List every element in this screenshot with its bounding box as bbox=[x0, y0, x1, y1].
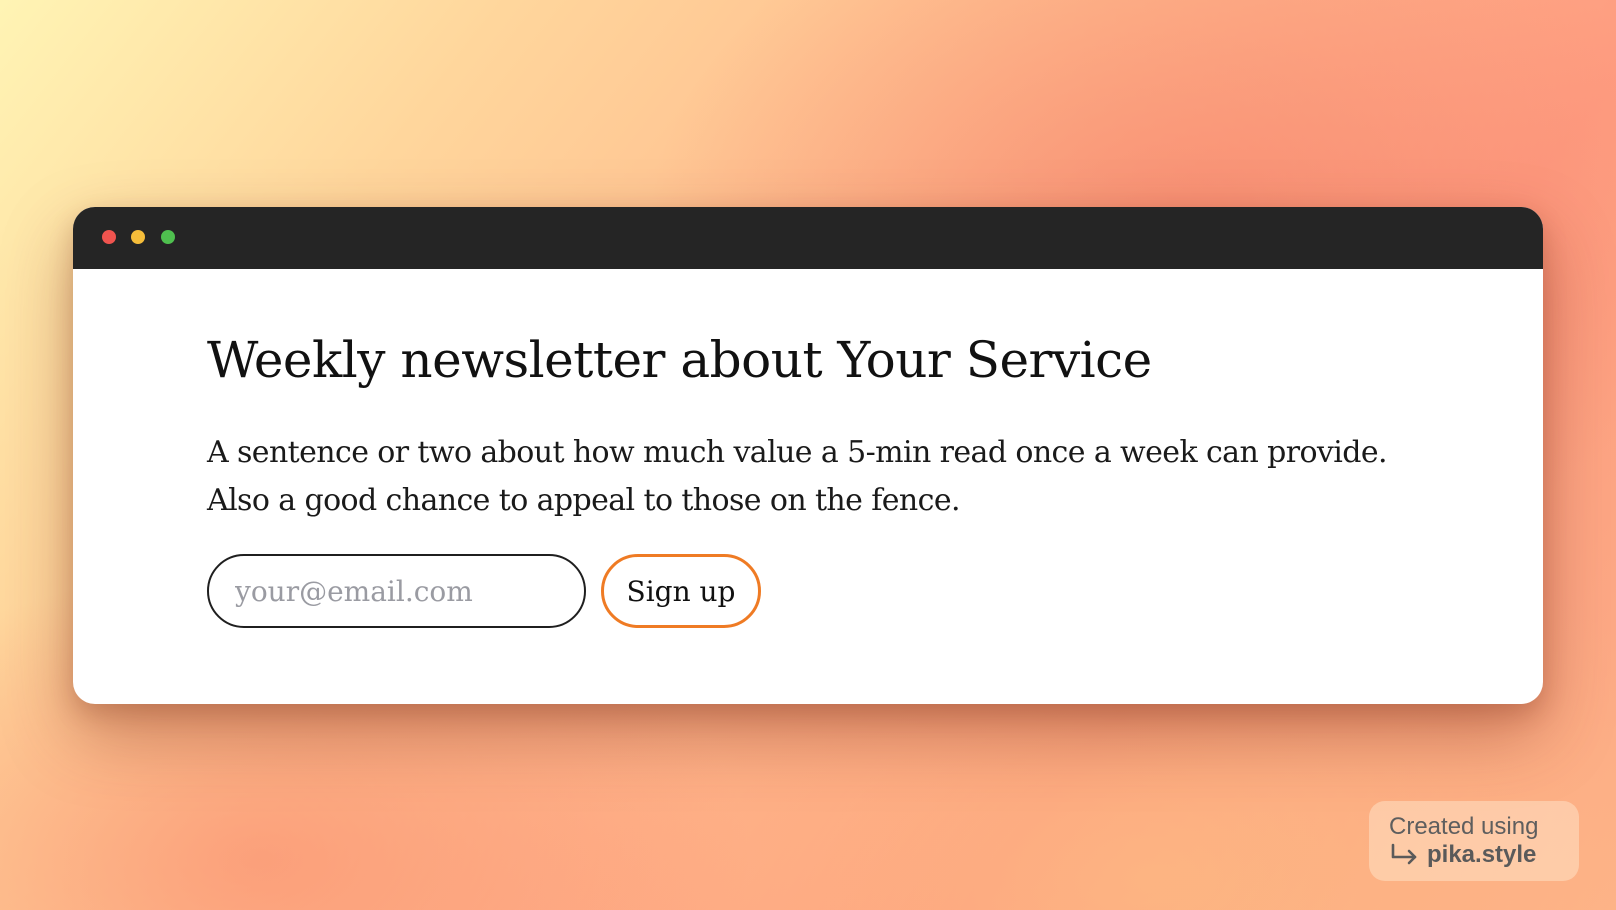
email-input[interactable] bbox=[207, 554, 586, 628]
window-titlebar bbox=[73, 207, 1543, 269]
newsletter-description-line: Also a good chance to appeal to those on… bbox=[207, 483, 961, 518]
minimize-window-dot-icon[interactable] bbox=[131, 230, 145, 244]
return-arrow-icon bbox=[1391, 843, 1417, 865]
browser-window: Weekly newsletter about Your Service A s… bbox=[73, 207, 1543, 704]
signup-form: Sign up bbox=[207, 554, 761, 628]
watermark-brand-name: pika.style bbox=[1427, 841, 1537, 868]
watermark-brand-row: pika.style bbox=[1389, 841, 1579, 869]
pika-style-watermark[interactable]: Created using pika.style bbox=[1369, 801, 1579, 881]
signup-button[interactable]: Sign up bbox=[601, 554, 761, 628]
maximize-window-dot-icon[interactable] bbox=[161, 230, 175, 244]
newsletter-description: A sentence or two about how much value a… bbox=[207, 429, 1447, 525]
close-window-dot-icon[interactable] bbox=[102, 230, 116, 244]
newsletter-description-line: A sentence or two about how much value a… bbox=[207, 435, 1388, 470]
watermark-created-using-label: Created using bbox=[1389, 813, 1539, 840]
newsletter-title: Weekly newsletter about Your Service bbox=[207, 331, 1152, 389]
